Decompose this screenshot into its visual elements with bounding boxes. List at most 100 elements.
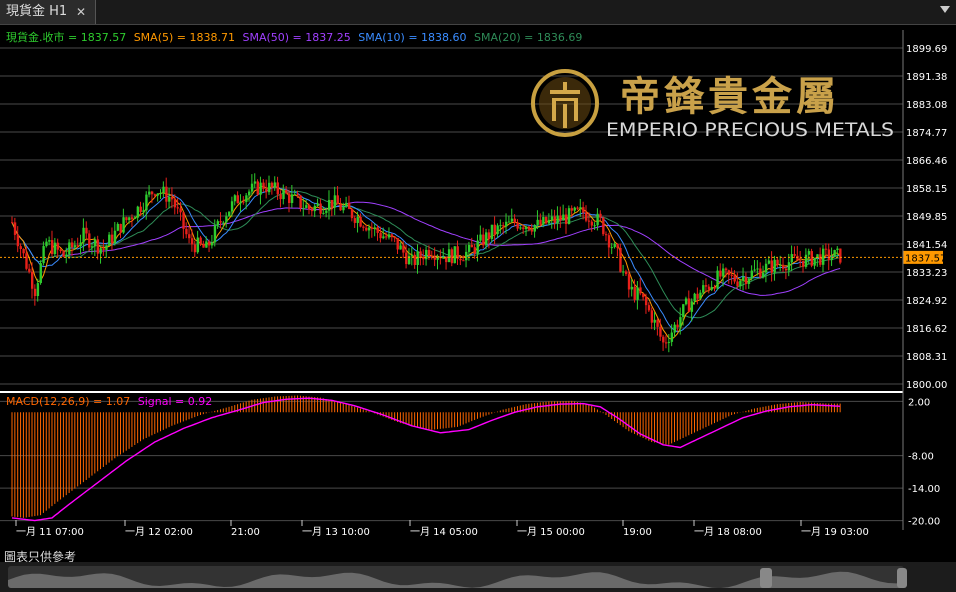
candle-body — [447, 249, 451, 263]
candle-body — [476, 240, 479, 254]
candle-body — [385, 236, 388, 238]
time-tick-label: 一月 15 00:00 — [517, 526, 585, 538]
scroll-handle-left[interactable] — [760, 568, 772, 588]
candle-body — [773, 259, 776, 273]
time-tick-label: 一月 19 03:00 — [801, 526, 869, 538]
price-tick-label: 1808.31 — [906, 352, 947, 363]
candle-body — [590, 221, 594, 226]
candle-body — [79, 242, 82, 246]
candle-body — [133, 217, 137, 219]
candle-body — [759, 268, 762, 278]
candle-body — [787, 262, 791, 271]
candle-body — [253, 181, 257, 184]
candle-body — [156, 193, 160, 196]
candle-body — [173, 199, 177, 208]
candle-body — [673, 324, 676, 333]
candle-body — [30, 271, 34, 289]
candle-body — [159, 192, 162, 194]
candle-body — [413, 254, 417, 265]
candle-body — [624, 271, 628, 275]
time-tick-label: 一月 13 10:00 — [302, 526, 370, 538]
candle-body — [216, 221, 220, 226]
candle-body — [570, 208, 574, 211]
candle-body — [319, 203, 322, 214]
candle-body — [265, 188, 268, 193]
candle-body — [410, 254, 414, 256]
candle-body — [230, 201, 234, 212]
candle-body — [499, 225, 502, 227]
candle-body — [470, 244, 474, 248]
candle-body — [116, 223, 120, 231]
candle-body — [573, 207, 576, 211]
candle-body — [593, 225, 596, 227]
price-tick-label: 1800.00 — [906, 380, 947, 391]
candle-body — [396, 238, 399, 250]
candle-body — [390, 234, 394, 237]
candle-body — [784, 268, 788, 271]
candle-body — [510, 218, 514, 222]
candle-body — [465, 251, 468, 261]
candle-body — [670, 332, 674, 342]
candle-body — [122, 217, 125, 233]
candle-body — [527, 226, 531, 230]
tab-chart-gold-h1[interactable]: 現貨金 H1 ✕ — [0, 0, 96, 24]
candle-body — [630, 286, 634, 290]
candle-body — [270, 182, 274, 188]
candle-body — [13, 222, 17, 235]
candle-body — [676, 324, 679, 328]
candle-body — [767, 260, 771, 264]
candle-body — [639, 287, 642, 294]
candle-body — [36, 283, 40, 297]
candle-body — [542, 216, 545, 225]
candle-body — [776, 259, 779, 266]
candle-body — [310, 209, 314, 212]
candle-body — [696, 293, 699, 299]
candle-body — [485, 232, 488, 246]
candle-body — [627, 274, 631, 290]
candle-body — [702, 285, 705, 293]
time-tick-label: 19:00 — [623, 527, 652, 538]
candle-body — [607, 235, 611, 248]
candle-body — [519, 227, 522, 229]
current-price-label: 1837.57 — [905, 253, 946, 264]
candle-body — [742, 276, 745, 281]
candle-body — [393, 236, 397, 239]
candle-body — [802, 260, 805, 267]
candle-body — [490, 224, 494, 240]
current-price-tag: 1837.57 — [903, 250, 946, 264]
candle-body — [279, 194, 282, 200]
candle-body — [168, 196, 171, 202]
candle-body — [387, 234, 391, 238]
candle-body — [233, 195, 237, 202]
candle-body — [747, 278, 751, 285]
candle-body — [33, 288, 37, 297]
tab-bar: 現貨金 H1 ✕ — [0, 0, 956, 25]
price-tick-label: 1833.23 — [906, 268, 947, 279]
close-icon[interactable]: ✕ — [76, 0, 86, 24]
candle-body — [770, 260, 774, 273]
candle-body — [113, 230, 117, 244]
window-menu-arrow-icon[interactable] — [940, 6, 950, 13]
candle-body — [616, 244, 619, 248]
candle-body — [170, 196, 174, 200]
candle-body — [450, 249, 454, 264]
candle-body — [22, 248, 25, 254]
candle-body — [567, 208, 571, 224]
candle-body — [39, 263, 42, 284]
candle-body — [533, 224, 536, 232]
candle-body — [259, 182, 262, 195]
chart-scrollbar[interactable] — [0, 562, 956, 592]
candle-body — [576, 207, 579, 209]
legend-sma10: SMA(10) = 1838.60 — [358, 31, 466, 44]
chart-canvas: 帝鋒貴金屬 EMPERIO PRECIOUS METALS 1899.69 189… — [0, 25, 956, 547]
macd-tick-label: -20.00 — [908, 517, 940, 528]
candle-body — [682, 304, 685, 318]
price-tick-label: 1883.08 — [906, 100, 947, 111]
time-tick-label: 21:00 — [231, 527, 260, 538]
macd-tick-label: 2.00 — [908, 397, 930, 408]
candle-body — [42, 246, 45, 264]
candle-body — [339, 204, 342, 211]
candle-body — [53, 242, 57, 255]
candle-body — [764, 263, 768, 273]
scroll-handle-right[interactable] — [897, 568, 907, 588]
